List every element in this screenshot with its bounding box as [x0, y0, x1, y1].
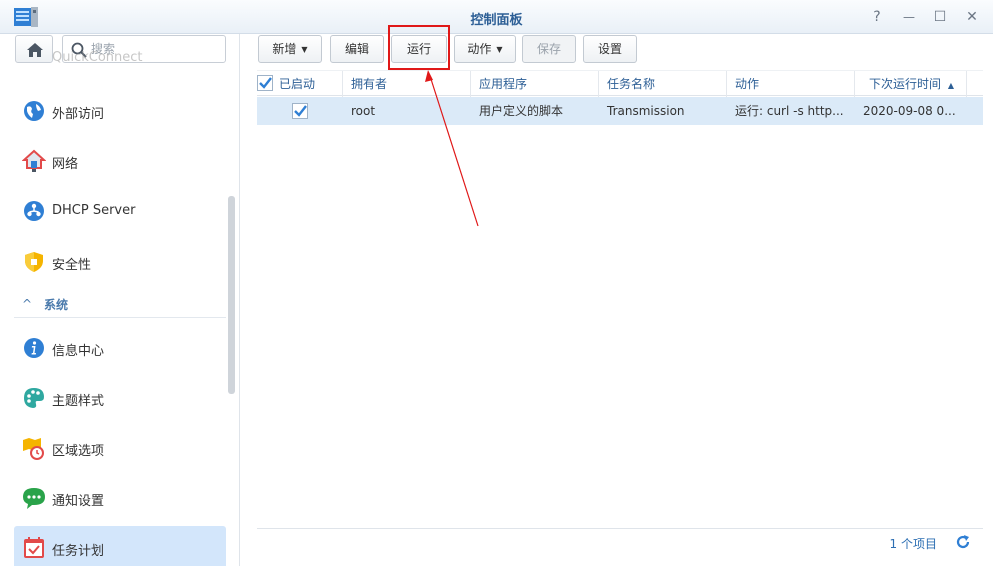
sidebar-item-security[interactable]: 安全性	[14, 240, 226, 284]
cell-enabled[interactable]	[257, 97, 343, 125]
sidebar-item-label: QuickConnect	[52, 50, 143, 65]
maximize-button[interactable]: ☐	[930, 7, 950, 27]
sidebar-item-theme[interactable]: 主题样式	[14, 376, 226, 420]
sidebar-item-info-center[interactable]: 信息中心	[14, 326, 226, 370]
item-count: 1 个项目	[889, 537, 937, 551]
refresh-icon[interactable]	[955, 534, 971, 550]
save-button[interactable]: 保存	[522, 35, 576, 63]
sidebar-item-regional-options[interactable]: 区域选项	[14, 426, 226, 470]
cell-application: 用户定义的脚本	[479, 104, 564, 118]
sidebar-scrollbar[interactable]	[228, 196, 235, 394]
column-header-task-name[interactable]: 任务名称	[599, 71, 727, 97]
sidebar-item-label: 通知设置	[52, 494, 105, 509]
cell-next-run: 2020-09-08 0...	[863, 104, 956, 118]
globe-icon	[24, 101, 44, 121]
minimize-button[interactable]: —	[899, 7, 919, 27]
column-header-enabled[interactable]: 已启动	[257, 71, 343, 97]
sidebar-item-task-scheduler[interactable]: 任务计划	[14, 526, 226, 566]
enabled-checkbox-icon[interactable]	[292, 103, 308, 119]
sort-ascending-icon: ▲	[947, 81, 954, 90]
window-title: 控制面板	[470, 13, 523, 28]
dropdown-caret-icon: ▼	[301, 45, 308, 54]
select-all-checkbox-icon[interactable]	[257, 75, 273, 91]
sidebar: QuickConnect 外部访问 网络	[0, 34, 240, 566]
sidebar-item-network[interactable]: 网络	[14, 139, 226, 183]
column-header-next-run[interactable]: 下次运行时间 ▲	[855, 71, 967, 97]
region-clock-icon	[23, 438, 44, 460]
column-label: 下次运行时间	[869, 77, 942, 91]
close-button[interactable]: ✕	[962, 7, 982, 27]
run-button-highlight	[388, 25, 450, 70]
sidebar-item-label: 主题样式	[52, 394, 105, 409]
chevron-up-icon: ^	[22, 297, 33, 311]
calendar-check-icon	[24, 537, 44, 558]
dropdown-caret-icon: ▼	[496, 45, 503, 54]
cell-owner: root	[351, 104, 376, 118]
shield-icon	[25, 252, 43, 272]
section-header-system[interactable]: ^ 系统	[14, 290, 226, 318]
cell-task-name: Transmission	[607, 104, 685, 118]
create-label: 新增	[272, 42, 297, 56]
sidebar-item-external-access[interactable]: 外部访问	[14, 89, 226, 133]
sidebar-item-label: 安全性	[52, 258, 92, 273]
info-icon	[24, 338, 44, 358]
dhcp-icon	[24, 201, 44, 221]
settings-button[interactable]: 设置	[583, 35, 637, 63]
action-label: 动作	[467, 42, 492, 56]
table-row[interactable]: root 用户定义的脚本 Transmission 运行: curl -s ht…	[257, 97, 983, 125]
create-button[interactable]: 新增 ▼	[258, 35, 322, 63]
grid-footer: 1 个项目	[257, 528, 983, 556]
help-button[interactable]: ?	[867, 7, 887, 27]
section-label: 系统	[44, 298, 69, 312]
column-label: 已启动	[279, 77, 316, 91]
title-bar: 控制面板 ? — ☐ ✕	[0, 0, 993, 34]
column-header-owner[interactable]: 拥有者	[343, 71, 471, 97]
action-button[interactable]: 动作 ▼	[454, 35, 516, 63]
sidebar-item-label: 区域选项	[52, 444, 105, 459]
column-header-action[interactable]: 动作	[727, 71, 855, 97]
chat-bubble-icon	[23, 488, 45, 509]
palette-icon	[24, 388, 44, 408]
main-panel: 新增 ▼ 编辑 运行 动作 ▼ 保存 设置 已启动 拥有者 应用程序 任务名称 动作…	[241, 25, 993, 566]
sidebar-item-quickconnect[interactable]: QuickConnect	[14, 36, 226, 80]
sidebar-item-label: 任务计划	[52, 544, 105, 559]
network-house-icon	[22, 149, 46, 172]
sidebar-item-label: 信息中心	[52, 344, 105, 359]
sidebar-item-label: 网络	[52, 157, 79, 172]
edit-button[interactable]: 编辑	[330, 35, 384, 63]
sidebar-item-label: 外部访问	[52, 107, 105, 122]
task-grid: 已启动 拥有者 应用程序 任务名称 动作 下次运行时间 ▲ root 用户定义的…	[257, 70, 983, 530]
sidebar-item-notification[interactable]: 通知设置	[14, 476, 226, 520]
cell-action: 运行: curl -s http...	[735, 104, 844, 118]
sidebar-item-label: DHCP Server	[52, 203, 136, 218]
grid-header: 已启动 拥有者 应用程序 任务名称 动作 下次运行时间 ▲	[257, 70, 983, 97]
sidebar-item-dhcp[interactable]: DHCP Server	[14, 189, 226, 233]
column-header-application[interactable]: 应用程序	[471, 71, 599, 97]
